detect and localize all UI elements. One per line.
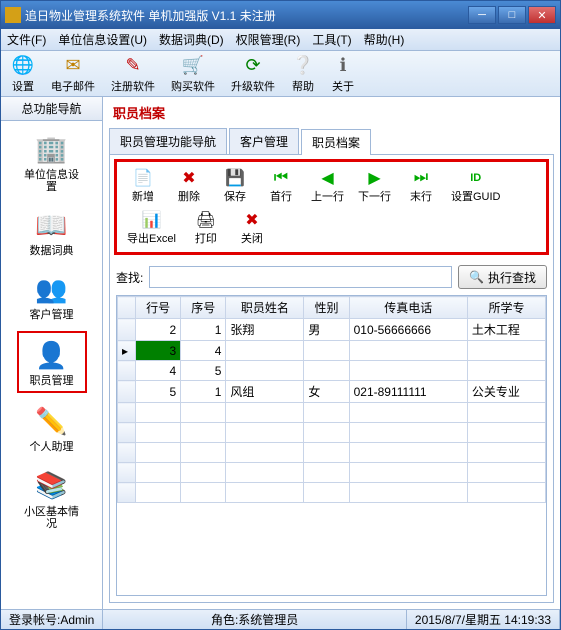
action-ribbon: 📄新增 ✖删除 💾保存 ⏮首行 ◀上一行 ▶下一行 ⏭末行 ID设置GUID 📊…: [114, 159, 549, 255]
sidebar: 总功能导航 🏢单位信息设置 📖数据词典 👥客户管理 👤职员管理 ✏️个人助理 📚…: [1, 97, 103, 609]
search-button[interactable]: 🔍执行查找: [458, 265, 547, 289]
last-icon: ⏭: [411, 168, 431, 188]
rb-guid[interactable]: ID设置GUID: [445, 166, 507, 206]
save-icon: 💾: [225, 168, 245, 188]
col-major[interactable]: 所学专: [467, 297, 545, 319]
rb-delete[interactable]: ✖删除: [167, 166, 211, 206]
menu-help[interactable]: 帮助(H): [364, 31, 405, 48]
tb-buy[interactable]: 🛒购买软件: [167, 51, 219, 96]
globe-icon: 🌐: [11, 53, 35, 77]
book-icon: 📖: [34, 207, 70, 243]
titlebar: 追日物业管理系统软件 单机加强版 V1.1 未注册 ─ □ ✕: [1, 1, 560, 29]
rb-close[interactable]: ✖关闭: [230, 208, 274, 248]
close-button[interactable]: ✕: [528, 6, 556, 24]
tb-upgrade[interactable]: ⟳升级软件: [227, 51, 279, 96]
tb-about[interactable]: ℹ关于: [327, 51, 359, 96]
tb-settings[interactable]: 🌐设置: [7, 51, 39, 96]
sidebar-item-customer[interactable]: 👥客户管理: [17, 267, 87, 325]
tb-register[interactable]: ✎注册软件: [107, 51, 159, 96]
table-row[interactable]: [118, 403, 546, 423]
tabs: 职员管理功能导航 客户管理 职员档案: [103, 128, 560, 154]
status-role: 角色:系统管理员: [103, 610, 407, 629]
person-icon: 👤: [34, 337, 70, 373]
pencil-icon: ✎: [121, 53, 145, 77]
main-toolbar: 🌐设置 ✉电子邮件 ✎注册软件 🛒购买软件 ⟳升级软件 ❔帮助 ℹ关于: [1, 51, 560, 97]
status-datetime: 2015/8/7/星期五 14:19:33: [407, 610, 560, 629]
maximize-button[interactable]: □: [498, 6, 526, 24]
rb-next[interactable]: ▶下一行: [352, 166, 397, 206]
search-label: 查找:: [116, 269, 143, 286]
table-row[interactable]: [118, 423, 546, 443]
cart-icon: 🛒: [181, 53, 205, 77]
table-row[interactable]: ▸34: [118, 341, 546, 361]
sidebar-item-assistant[interactable]: ✏️个人助理: [17, 399, 87, 457]
minimize-button[interactable]: ─: [468, 6, 496, 24]
data-grid[interactable]: 行号 序号 职员姓名 性别 传真电话 所学专 21张翔男010-56666666…: [116, 295, 547, 596]
new-icon: 📄: [133, 168, 153, 188]
help-icon: ❔: [291, 53, 315, 77]
menu-dict[interactable]: 数据词典(D): [159, 31, 224, 48]
table-row[interactable]: [118, 463, 546, 483]
people-icon: 👥: [34, 271, 70, 307]
menubar: 文件(F) 单位信息设置(U) 数据词典(D) 权限管理(R) 工具(T) 帮助…: [1, 29, 560, 51]
tab-customer[interactable]: 客户管理: [229, 128, 299, 154]
excel-icon: 📊: [141, 210, 161, 230]
col-name[interactable]: 职员姓名: [226, 297, 304, 319]
table-row[interactable]: [118, 483, 546, 503]
building-icon: 🏢: [34, 131, 70, 167]
upgrade-icon: ⟳: [241, 53, 265, 77]
rb-first[interactable]: ⏮首行: [259, 166, 303, 206]
next-icon: ▶: [365, 168, 385, 188]
menu-unit[interactable]: 单位信息设置(U): [58, 31, 147, 48]
tab-nav[interactable]: 职员管理功能导航: [109, 128, 227, 154]
id-icon: ID: [466, 168, 486, 188]
col-rownum[interactable]: 行号: [136, 297, 181, 319]
tab-body: 📄新增 ✖删除 💾保存 ⏮首行 ◀上一行 ▶下一行 ⏭末行 ID设置GUID 📊…: [109, 154, 554, 603]
menu-file[interactable]: 文件(F): [7, 31, 46, 48]
rb-new[interactable]: 📄新增: [121, 166, 165, 206]
tb-help[interactable]: ❔帮助: [287, 51, 319, 96]
col-fax[interactable]: 传真电话: [349, 297, 467, 319]
page-title: 职员档案: [103, 97, 560, 128]
books-icon: 📚: [34, 468, 70, 504]
rb-prev[interactable]: ◀上一行: [305, 166, 350, 206]
rb-save[interactable]: 💾保存: [213, 166, 257, 206]
sidebar-tab[interactable]: 总功能导航: [1, 97, 102, 121]
rb-last[interactable]: ⏭末行: [399, 166, 443, 206]
tab-staff-archive[interactable]: 职员档案: [301, 129, 371, 155]
col-sex[interactable]: 性别: [304, 297, 349, 319]
search-input[interactable]: [149, 266, 452, 288]
sidebar-item-unit[interactable]: 🏢单位信息设置: [17, 127, 87, 197]
app-icon: [5, 7, 21, 23]
delete-icon: ✖: [179, 168, 199, 188]
sidebar-item-dict[interactable]: 📖数据词典: [17, 203, 87, 261]
sidebar-item-staff[interactable]: 👤职员管理: [17, 331, 87, 393]
rb-export[interactable]: 📊导出Excel: [121, 208, 182, 248]
print-icon: 🖨: [196, 210, 216, 230]
pen-icon: ✏️: [34, 403, 70, 439]
prev-icon: ◀: [318, 168, 338, 188]
selected-cell[interactable]: 3: [136, 341, 181, 361]
table-row[interactable]: 45: [118, 361, 546, 381]
mail-icon: ✉: [61, 53, 85, 77]
about-icon: ℹ: [331, 53, 355, 77]
first-icon: ⏮: [271, 168, 291, 188]
close-icon: ✖: [242, 210, 262, 230]
table-row[interactable]: 51风组女021-89111111公关专业: [118, 381, 546, 403]
rb-print[interactable]: 🖨打印: [184, 208, 228, 248]
row-selector-header: [118, 297, 136, 319]
menu-perm[interactable]: 权限管理(R): [236, 31, 301, 48]
table-row[interactable]: 21张翔男010-56666666土木工程: [118, 319, 546, 341]
magnify-icon: 🔍: [469, 270, 484, 284]
search-row: 查找: 🔍执行查找: [110, 259, 553, 295]
tb-email[interactable]: ✉电子邮件: [47, 51, 99, 96]
status-login: 登录帐号:Admin: [1, 610, 103, 629]
window-title: 追日物业管理系统软件 单机加强版 V1.1 未注册: [25, 7, 468, 24]
sidebar-item-community[interactable]: 📚小区基本情况: [17, 464, 87, 534]
menu-tools[interactable]: 工具(T): [312, 31, 351, 48]
table-row[interactable]: [118, 443, 546, 463]
statusbar: 登录帐号:Admin 角色:系统管理员 2015/8/7/星期五 14:19:3…: [1, 609, 560, 629]
col-seq[interactable]: 序号: [181, 297, 226, 319]
